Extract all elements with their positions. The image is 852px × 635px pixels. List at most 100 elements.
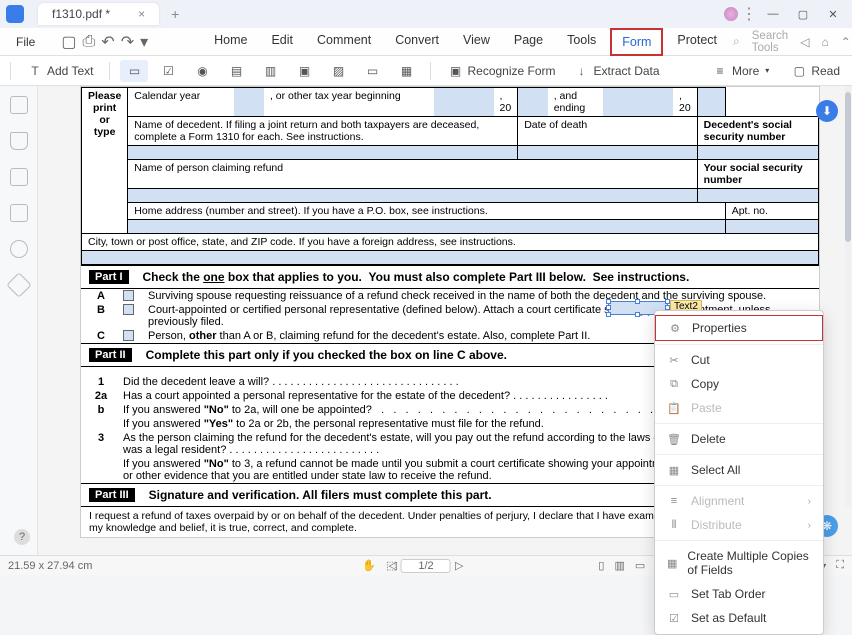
cm-set-default[interactable]: ☑Set as Default: [655, 606, 823, 630]
checkbox-tool[interactable]: ☑: [154, 60, 182, 82]
view-facing-icon[interactable]: ▭: [635, 559, 645, 572]
menu-protect[interactable]: Protect: [667, 28, 727, 56]
cm-properties[interactable]: ⚙Properties: [655, 315, 823, 341]
menu-edit[interactable]: Edit: [261, 28, 303, 56]
image-icon: ▨: [330, 63, 346, 79]
menu-view[interactable]: View: [453, 28, 500, 56]
cm-delete[interactable]: 🗑Delete: [655, 427, 823, 451]
page-input[interactable]: 1/2: [401, 559, 451, 573]
cm-create-multiple[interactable]: ▦Create Multiple Copies of Fields: [655, 544, 823, 582]
signature-tool[interactable]: ▭: [358, 60, 386, 82]
extract-icon: ↓: [574, 63, 590, 79]
menu-tools[interactable]: Tools: [557, 28, 606, 56]
bookmarks-icon[interactable]: [10, 132, 28, 150]
distribute-icon: ⫴: [667, 518, 681, 532]
menu-form[interactable]: Form: [610, 28, 663, 56]
radio-icon: ◉: [194, 63, 210, 79]
layers-icon[interactable]: [6, 272, 31, 297]
combo-tool[interactable]: ▤: [222, 60, 250, 82]
cm-select-all[interactable]: ▦Select All: [655, 458, 823, 482]
search-tools-input[interactable]: Search Tools: [752, 30, 788, 54]
cm-distribute: ⫴Distribute›: [655, 513, 823, 537]
new-tab-button[interactable]: +: [171, 6, 179, 22]
more-button[interactable]: ≡More▾: [706, 60, 775, 82]
extract-data-button[interactable]: ↓Extract Data: [568, 60, 666, 82]
search-panel-icon[interactable]: [10, 240, 28, 258]
scrollbar[interactable]: [845, 86, 851, 506]
menu-comment[interactable]: Comment: [307, 28, 381, 56]
textfield-icon: ▭: [126, 63, 142, 79]
recognize-form-button[interactable]: ▣Recognize Form: [441, 60, 561, 82]
redo-icon[interactable]: ↷: [121, 33, 134, 51]
fit-page-icon[interactable]: ⛶: [836, 559, 844, 572]
close-icon[interactable]: ×: [138, 7, 145, 21]
scissors-icon: ✂: [667, 353, 681, 367]
send-icon[interactable]: ◁: [800, 35, 809, 49]
more-icon: ≡: [712, 63, 728, 79]
view-single-icon[interactable]: ▯: [598, 559, 604, 572]
form-header-table: Please print or type Calendar year , or …: [81, 87, 819, 265]
cm-copy[interactable]: ⧉Copy: [655, 372, 823, 396]
titlebar: f1310.pdf * × + ⋮ — ▢ ✕: [0, 0, 852, 28]
attachments-icon[interactable]: [10, 168, 28, 186]
chevron-right-icon: ›: [808, 520, 811, 531]
grid-icon: ▦: [667, 556, 677, 570]
window-controls: ⋮ — ▢ ✕: [724, 4, 846, 24]
image-tool[interactable]: ▨: [324, 60, 352, 82]
thumbnails-icon[interactable]: [10, 96, 28, 114]
checkbox-b[interactable]: [123, 304, 134, 315]
maximize-button[interactable]: ▢: [790, 4, 816, 24]
undo-icon[interactable]: ↶: [101, 33, 114, 51]
chevron-right-icon: ›: [808, 496, 811, 507]
print-icon[interactable]: ⎙: [82, 33, 95, 51]
user-avatar[interactable]: [724, 7, 738, 21]
checkbox-c[interactable]: [123, 330, 134, 341]
hand-tool-icon[interactable]: ✋: [362, 559, 376, 572]
prev-page-icon[interactable]: ◁: [389, 559, 397, 572]
home-icon[interactable]: ⌂: [821, 35, 828, 49]
text-field-tool[interactable]: ▭: [120, 60, 148, 82]
add-text-button[interactable]: TAdd Text: [21, 60, 99, 82]
list-tool[interactable]: ▥: [256, 60, 284, 82]
recognize-icon: ▣: [447, 63, 463, 79]
tab-title: f1310.pdf *: [52, 7, 110, 21]
help-icon[interactable]: ?: [14, 529, 30, 545]
checkbox-a[interactable]: [123, 290, 134, 301]
collapse-icon[interactable]: ⌃: [841, 35, 851, 49]
download-button[interactable]: ⬇: [816, 100, 838, 122]
text-icon: T: [27, 63, 43, 79]
comments-icon[interactable]: [10, 204, 28, 222]
button-tool[interactable]: ▣: [290, 60, 318, 82]
minimize-button[interactable]: —: [760, 4, 786, 24]
document-tab[interactable]: f1310.pdf * ×: [38, 3, 159, 25]
copy-icon: ⧉: [667, 377, 681, 391]
check-icon: ☑: [667, 611, 681, 625]
trash-icon: 🗑: [667, 432, 681, 446]
menu-home[interactable]: Home: [204, 28, 257, 56]
radio-tool[interactable]: ◉: [188, 60, 216, 82]
app-icon: [6, 5, 24, 23]
read-button[interactable]: ▢Read: [785, 60, 846, 82]
main-menu: Home Edit Comment Convert View Page Tool…: [204, 28, 727, 56]
file-menu[interactable]: File: [10, 31, 41, 53]
next-page-icon[interactable]: ▷: [455, 559, 463, 572]
view-continuous-icon[interactable]: ▥: [614, 559, 624, 572]
close-button[interactable]: ✕: [820, 4, 846, 24]
context-menu: ⚙Properties ✂Cut ⧉Copy 📋Paste 🗑Delete ▦S…: [654, 310, 824, 635]
gear-icon: ⚙: [668, 321, 682, 335]
save-icon[interactable]: ▢: [61, 33, 76, 51]
app-menu-icon[interactable]: ⋮: [742, 7, 756, 21]
cm-cut[interactable]: ✂Cut: [655, 348, 823, 372]
search-icon[interactable]: ⌕: [733, 34, 740, 49]
signature-icon: ▭: [364, 63, 380, 79]
menu-page[interactable]: Page: [504, 28, 553, 56]
cm-tab-order[interactable]: ▭Set Tab Order: [655, 582, 823, 606]
coords-label: 21.59 x 27.94 cm: [8, 560, 92, 572]
align-icon: ≡: [667, 494, 681, 508]
scrollbar-thumb[interactable]: [845, 92, 851, 242]
read-icon: ▢: [791, 63, 807, 79]
checkbox-icon: ☑: [160, 63, 176, 79]
menu-convert[interactable]: Convert: [385, 28, 449, 56]
date-tool[interactable]: ▦: [392, 60, 420, 82]
qat-dropdown-icon[interactable]: ▾: [140, 33, 148, 51]
